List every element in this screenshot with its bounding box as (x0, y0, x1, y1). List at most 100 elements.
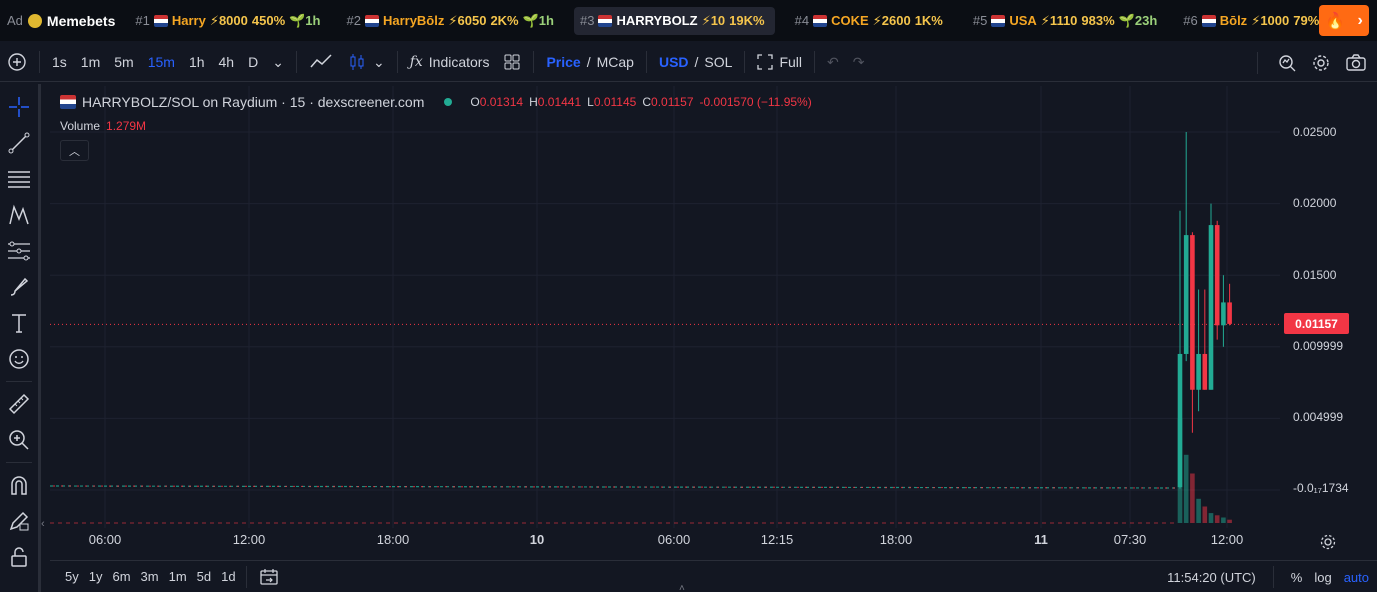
price-axis-label: 0.01500 (1293, 268, 1337, 282)
camera-icon[interactable] (1345, 53, 1367, 73)
ohlc-values: O0.01314 H0.01441 L0.01145 C0.01157 -0.0… (470, 95, 811, 109)
range-5y[interactable]: 5y (60, 569, 84, 584)
sol-option[interactable]: SOL (704, 54, 732, 70)
horizontal-lines-tool[interactable] (6, 166, 32, 192)
undo-button[interactable]: ↶ (820, 48, 846, 76)
magnet-tool[interactable] (6, 472, 32, 498)
trend-line-tool[interactable] (6, 130, 32, 156)
ticker-boost: ⚡2600 (872, 12, 911, 28)
forecast-tool[interactable] (6, 238, 32, 264)
candle-body (1214, 225, 1220, 326)
mcap-option[interactable]: MCap (597, 54, 634, 70)
collapse-legend-button[interactable]: ︿ (60, 140, 89, 161)
interval-D[interactable]: D (241, 48, 265, 76)
ticker-item[interactable]: #1 Harry ⚡8000 450% 🌱1h (129, 7, 326, 35)
ticker-percent: 450% (251, 13, 286, 28)
volume-bar (1227, 519, 1232, 523)
price-axis-label: -0.0₁₇1734 (1293, 481, 1349, 495)
trending-button[interactable]: 🔥 › (1319, 5, 1369, 36)
percent-scale-toggle[interactable]: % (1291, 570, 1303, 585)
fullscreen-button[interactable]: Full (750, 48, 809, 76)
candle-body (1202, 353, 1208, 390)
ticker-rank: #2 (346, 13, 361, 28)
ad-slot[interactable]: Ad Memebets (0, 13, 115, 29)
candles-chart-button[interactable]: ⌄ (340, 48, 392, 76)
open-label: O (470, 95, 480, 109)
axis-settings-icon[interactable] (1319, 533, 1337, 551)
volume-bar (1214, 515, 1220, 523)
time-axis-label: 12:15 (760, 532, 794, 547)
go-to-date-button[interactable] (252, 563, 286, 591)
calendar-goto-icon (259, 568, 278, 585)
usd-option[interactable]: USD (659, 54, 689, 70)
magnet-icon (11, 476, 27, 495)
price-axis-label: 0.004999 (1293, 410, 1344, 424)
close-label: C (642, 95, 652, 109)
range-1y[interactable]: 1y (84, 569, 108, 584)
add-symbol-button[interactable] (0, 48, 34, 76)
auto-scale-toggle[interactable]: auto (1344, 570, 1369, 585)
redo-button[interactable]: ↷ (846, 48, 872, 76)
ticker-rank: #4 (794, 13, 810, 28)
range-1d[interactable]: 1d (216, 569, 240, 584)
lock-all-tool[interactable] (6, 544, 32, 570)
emoji-tool[interactable] (6, 346, 32, 372)
ticker-item[interactable]: #6 Bōlz ⚡1000 79% (1177, 7, 1329, 35)
low-value: 0.01145 (593, 95, 637, 109)
token-icon (153, 14, 168, 27)
line-chart-button[interactable] (302, 48, 340, 76)
time-axis-label: 12:00 (232, 532, 266, 547)
zoom-in-icon (9, 430, 29, 450)
ticker-item[interactable]: #2 HarryBōlz ⚡6050 2K% 🌱1h (340, 7, 560, 35)
price-option[interactable]: Price (546, 54, 580, 70)
change-value: -0.001570 (−11.95%) (699, 95, 812, 109)
range-5d[interactable]: 5d (192, 569, 216, 584)
brush-icon (10, 277, 29, 296)
range-6m[interactable]: 6m (107, 569, 135, 584)
ticker-boost: ⚡6050 (448, 12, 487, 28)
range-1m[interactable]: 1m (164, 569, 192, 584)
price-mcap-toggle[interactable]: Price / MCap (539, 48, 641, 76)
toolbar-divider (744, 51, 746, 73)
ticker-item[interactable]: #5 USA ⚡1110 983% 🌱23h (967, 7, 1163, 35)
crosshair-tool[interactable] (6, 94, 32, 120)
interval-1s[interactable]: 1s (45, 48, 74, 76)
ticker-boost: ⚡1000 (1251, 12, 1290, 28)
function-icon: ƒx (409, 54, 423, 70)
log-scale-toggle[interactable]: log (1314, 570, 1331, 585)
ticker-rank: #6 (1183, 13, 1198, 28)
time-axis[interactable]: 06:00 12:00 18:00 10 06:00 12:15 18:00 11 07:30 1… (50, 529, 1340, 551)
interval-1h[interactable]: 1h (182, 48, 212, 76)
settings-gear-icon[interactable] (1311, 53, 1331, 73)
pattern-tool[interactable] (6, 202, 32, 228)
high-label: H (529, 95, 538, 109)
quick-search-icon[interactable] (1277, 53, 1297, 73)
ticker-item[interactable]: #4 COKE ⚡2600 1K% (789, 7, 953, 35)
interval-5m[interactable]: 5m (107, 48, 140, 76)
interval-1m[interactable]: 1m (74, 48, 107, 76)
measure-tool[interactable] (6, 391, 32, 417)
text-tool[interactable] (6, 310, 32, 336)
interval-dropdown-button[interactable]: ⌄ (265, 48, 291, 76)
close-value: 0.01157 (651, 95, 694, 109)
toolbar-divider (645, 51, 647, 73)
price-chart[interactable] (50, 86, 1370, 528)
brush-tool[interactable] (6, 274, 32, 300)
sidebar-collapse-handle[interactable]: ‹ (41, 518, 49, 536)
forecast-icon (8, 241, 30, 261)
toolbar-divider (1257, 51, 1258, 74)
token-icon (991, 14, 1006, 27)
candle-body (1183, 235, 1189, 354)
lock-drawing-tool[interactable] (6, 508, 32, 534)
zoom-tool[interactable] (6, 427, 32, 453)
ticker-percent: 79% (1293, 13, 1320, 28)
panel-expand-arrow[interactable]: ˄ (679, 583, 685, 592)
interval-15m[interactable]: 15m (141, 48, 182, 76)
ticker-item[interactable]: #3 HARRYBOLZ ⚡10 19K% (573, 6, 775, 35)
range-3m[interactable]: 3m (136, 569, 164, 584)
clock-utc[interactable]: 11:54:20 (UTC) (1167, 570, 1256, 585)
currency-toggle[interactable]: USD / SOL (652, 48, 739, 76)
interval-4h[interactable]: 4h (212, 48, 242, 76)
layouts-button[interactable] (496, 48, 528, 76)
indicators-button[interactable]: ƒx Indicators (403, 48, 497, 76)
